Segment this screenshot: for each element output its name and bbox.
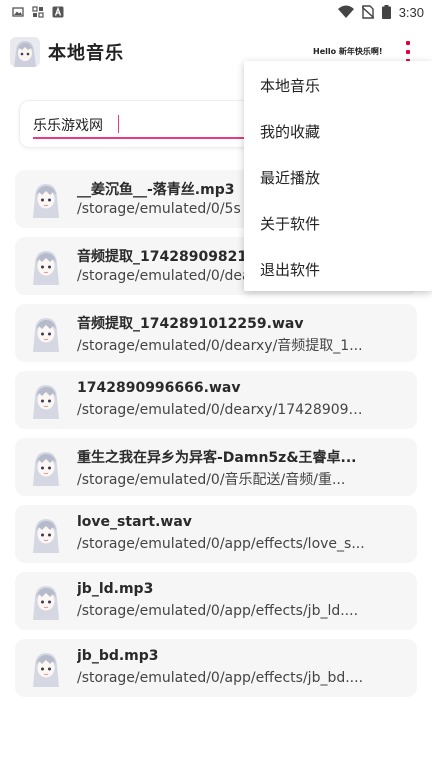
overflow-menu: 本地音乐 我的收藏 最近播放 关于软件 退出软件: [244, 61, 432, 291]
more-dot-icon: [406, 41, 410, 45]
track-list-item[interactable]: 音频提取_1742891012259.wav/storage/emulated/…: [15, 304, 417, 362]
status-time: 3:30: [398, 4, 424, 20]
more-dot-icon: [406, 50, 410, 54]
track-cover-avatar: [28, 314, 64, 352]
track-title: jb_ld.mp3: [77, 581, 154, 597]
track-title: 1742890996666.wav: [77, 380, 241, 396]
menu-item[interactable]: 最近播放: [244, 154, 432, 200]
no-sim-icon: [361, 5, 374, 19]
text-a-notification-icon: [52, 6, 64, 18]
grid-notification-icon: [32, 6, 44, 18]
track-cover-avatar: [28, 582, 64, 620]
track-path: /storage/emulated/0/app/effects/jb_bd...…: [77, 670, 364, 686]
status-bar-left: [12, 6, 64, 18]
track-list-item[interactable]: jb_ld.mp3/storage/emulated/0/app/effects…: [15, 572, 417, 630]
track-list-item[interactable]: love_start.wav/storage/emulated/0/app/ef…: [15, 505, 417, 563]
track-cover-avatar: [28, 180, 64, 218]
track-title: jb_bd.mp3: [77, 648, 159, 664]
track-list-item[interactable]: 1742890996666.wav/storage/emulated/0/dea…: [15, 371, 417, 429]
app-logo-avatar: [10, 37, 40, 67]
track-cover-avatar: [28, 247, 64, 285]
wifi-icon: [337, 5, 354, 18]
page-title: 本地音乐: [48, 43, 124, 64]
track-cover-avatar: [28, 381, 64, 419]
track-title: love_start.wav: [77, 514, 192, 530]
track-title: 重生之我在异乡为异客-Damn5z&王睿卓...: [77, 450, 357, 466]
status-bar: 3:30: [0, 0, 432, 24]
track-path: /storage/emulated/0/dearxy/音频提取_1...: [77, 338, 363, 354]
track-cover-avatar: [28, 448, 64, 486]
track-path: /storage/emulated/0/app/effects/jb_ld...…: [77, 603, 359, 619]
track-cover-avatar: [28, 515, 64, 553]
menu-item[interactable]: 关于软件: [244, 200, 432, 246]
menu-item[interactable]: 本地音乐: [244, 62, 432, 108]
image-notification-icon: [12, 7, 24, 17]
text-cursor: [118, 115, 119, 133]
track-list-item[interactable]: jb_bd.mp3/storage/emulated/0/app/effects…: [15, 639, 417, 697]
battery-icon: [381, 5, 391, 19]
track-cover-avatar: [28, 649, 64, 687]
track-title: 音频提取_1742891012259.wav: [77, 316, 304, 332]
track-path: /storage/emulated/0/app/effects/love_s..…: [77, 536, 365, 552]
track-list-item[interactable]: 重生之我在异乡为异客-Damn5z&王睿卓... /storage/emulate…: [15, 438, 417, 496]
track-path: /storage/emulated/0/dearxy/174289099...: [77, 402, 369, 418]
track-path: /storage/emulated/0/音乐配送/音频/重...: [77, 472, 346, 488]
status-bar-right: 3:30: [337, 4, 424, 20]
menu-item[interactable]: 我的收藏: [244, 108, 432, 154]
menu-item[interactable]: 退出软件: [244, 246, 432, 292]
hello-greeting: Hello 新年快乐啊!: [313, 47, 383, 56]
